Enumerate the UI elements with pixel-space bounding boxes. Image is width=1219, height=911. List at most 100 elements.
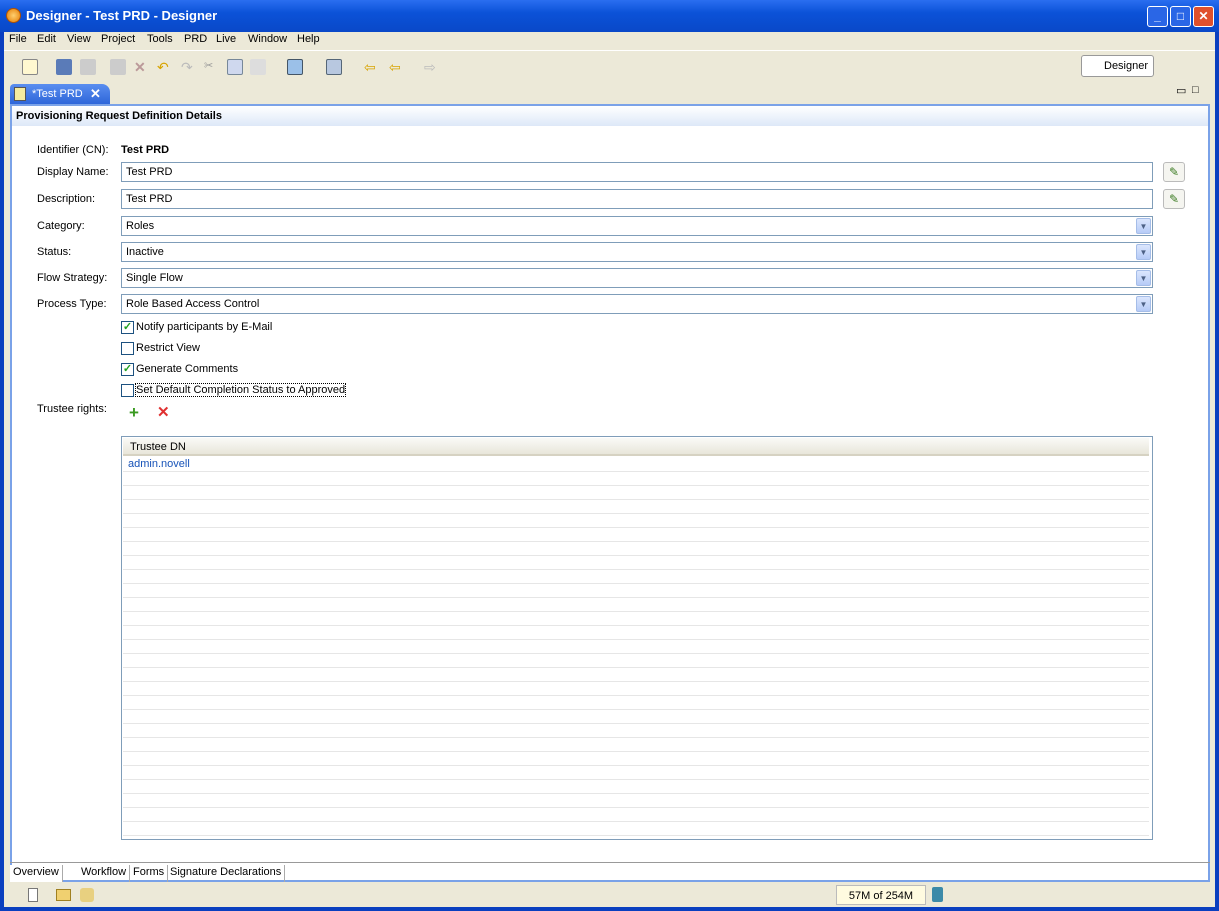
table-row[interactable] <box>123 556 1149 570</box>
restrict-view-checkbox[interactable] <box>121 342 134 355</box>
table-row[interactable] <box>123 626 1149 640</box>
cut-icon[interactable]: ✂ <box>204 59 220 75</box>
default-approved-checkbox[interactable] <box>121 384 134 397</box>
save-icon[interactable] <box>56 59 72 75</box>
editor-page-tabs: Overview Workflow Forms Signature Declar… <box>10 862 1210 882</box>
process-type-select[interactable]: Role Based Access Control ▼ <box>121 294 1153 314</box>
table-row[interactable] <box>123 780 1149 794</box>
paste-icon[interactable] <box>250 59 266 75</box>
process-type-value: Role Based Access Control <box>126 298 260 310</box>
toolbar: ✕ ↶ ↷ ✂ ⇦ ⇦ ⇨ Designer <box>4 50 1215 82</box>
menu-tools[interactable]: Tools <box>147 33 173 45</box>
tab-forms[interactable]: Forms <box>130 865 169 882</box>
table-row[interactable] <box>123 682 1149 696</box>
table-row[interactable] <box>123 738 1149 752</box>
undo-icon[interactable]: ↶ <box>157 59 173 75</box>
category-select[interactable]: Roles ▼ <box>121 216 1153 236</box>
generate-comments-label: Generate Comments <box>136 363 239 375</box>
deploy-icon[interactable] <box>326 59 342 75</box>
menu-edit[interactable]: Edit <box>37 33 56 45</box>
validate-icon[interactable] <box>287 59 303 75</box>
open-folder-icon[interactable] <box>56 889 71 901</box>
description-input[interactable]: Test PRD <box>121 189 1153 209</box>
tab-workflow[interactable]: Workflow <box>78 865 131 882</box>
back-icon[interactable]: ⇦ <box>389 59 405 75</box>
new-project-icon[interactable] <box>28 888 38 902</box>
delete-icon[interactable]: ✕ <box>134 59 150 75</box>
localize-display-name-button[interactable]: ✎ <box>1163 162 1185 182</box>
tab-test-prd[interactable]: *Test PRD ✕ <box>10 84 110 105</box>
localize-description-button[interactable]: ✎ <box>1163 189 1185 209</box>
section-title: Provisioning Request Definition Details <box>12 106 1208 126</box>
table-row[interactable] <box>123 570 1149 584</box>
display-name-label: Display Name: <box>37 166 109 178</box>
trash-gc-icon[interactable] <box>932 887 943 902</box>
notify-checkbox[interactable]: ✓ <box>121 321 134 334</box>
close-tab-icon[interactable]: ✕ <box>90 86 101 102</box>
menu-live[interactable]: Live <box>216 33 236 45</box>
flow-strategy-select[interactable]: Single Flow ▼ <box>121 268 1153 288</box>
table-row[interactable] <box>123 696 1149 710</box>
table-row[interactable] <box>123 472 1149 486</box>
minimize-view-icon[interactable]: ▭ <box>1176 84 1186 97</box>
menu-file[interactable]: File <box>9 33 27 45</box>
tab-signature-declarations[interactable]: Signature Declarations <box>167 865 286 882</box>
menu-window[interactable]: Window <box>248 33 287 45</box>
status-select[interactable]: Inactive ▼ <box>121 242 1153 262</box>
close-button[interactable]: ✕ <box>1193 6 1214 27</box>
copy-icon[interactable] <box>227 59 243 75</box>
maximize-button[interactable]: □ <box>1170 6 1191 27</box>
memory-indicator: 57M of 254M <box>836 885 926 905</box>
table-row[interactable] <box>123 612 1149 626</box>
tab-overview[interactable]: Overview <box>10 865 63 882</box>
menu-prd[interactable]: PRD <box>184 33 207 45</box>
print-icon[interactable] <box>80 59 96 75</box>
table-row[interactable] <box>123 724 1149 738</box>
table-row[interactable] <box>123 808 1149 822</box>
trustee-rights-label: Trustee rights: <box>37 403 107 415</box>
table-row[interactable] <box>123 598 1149 612</box>
users-icon[interactable] <box>80 888 94 902</box>
maximize-view-icon[interactable]: □ <box>1192 84 1199 96</box>
menu-project[interactable]: Project <box>101 33 135 45</box>
perspective-designer-button[interactable]: Designer <box>1081 55 1154 77</box>
default-approved-label: Set Default Completion Status to Approve… <box>134 383 347 397</box>
table-row[interactable]: admin.novell <box>123 458 1149 472</box>
table-row[interactable] <box>123 528 1149 542</box>
remove-trustee-icon[interactable]: ✕ <box>157 405 170 420</box>
table-row[interactable] <box>123 752 1149 766</box>
table-row[interactable] <box>123 668 1149 682</box>
menu-help[interactable]: Help <box>297 33 320 45</box>
perspective-label: Designer <box>1104 60 1149 72</box>
redo-icon[interactable]: ↷ <box>181 59 197 75</box>
restrict-view-label: Restrict View <box>136 342 200 354</box>
chevron-down-icon[interactable]: ▼ <box>1136 244 1151 260</box>
menu-bar: File Edit View Project Tools PRD Live Wi… <box>4 32 1215 49</box>
table-row[interactable] <box>123 766 1149 780</box>
table-row[interactable] <box>123 710 1149 724</box>
column-header-trustee-dn[interactable]: Trustee DN <box>123 438 1149 456</box>
forward-icon[interactable]: ⇨ <box>424 59 440 75</box>
table-row[interactable] <box>123 822 1149 836</box>
table-row[interactable] <box>123 514 1149 528</box>
save-all-icon[interactable] <box>110 59 126 75</box>
chevron-down-icon[interactable]: ▼ <box>1136 218 1151 234</box>
table-row[interactable] <box>123 500 1149 514</box>
table-row[interactable] <box>123 542 1149 556</box>
minimize-button[interactable]: _ <box>1147 6 1168 27</box>
add-trustee-icon[interactable]: + <box>129 404 139 421</box>
menu-view[interactable]: View <box>67 33 91 45</box>
display-name-input[interactable]: Test PRD <box>121 162 1153 182</box>
table-row[interactable] <box>123 584 1149 598</box>
new-icon[interactable] <box>22 59 38 75</box>
chevron-down-icon[interactable]: ▼ <box>1136 296 1151 312</box>
table-row[interactable] <box>123 654 1149 668</box>
editor-panel: Provisioning Request Definition Details … <box>10 104 1210 882</box>
last-edit-icon[interactable]: ⇦ <box>364 59 380 75</box>
generate-comments-checkbox[interactable]: ✓ <box>121 363 134 376</box>
table-row[interactable] <box>123 486 1149 500</box>
description-label: Description: <box>37 193 96 205</box>
table-row[interactable] <box>123 640 1149 654</box>
table-row[interactable] <box>123 794 1149 808</box>
chevron-down-icon[interactable]: ▼ <box>1136 270 1151 286</box>
